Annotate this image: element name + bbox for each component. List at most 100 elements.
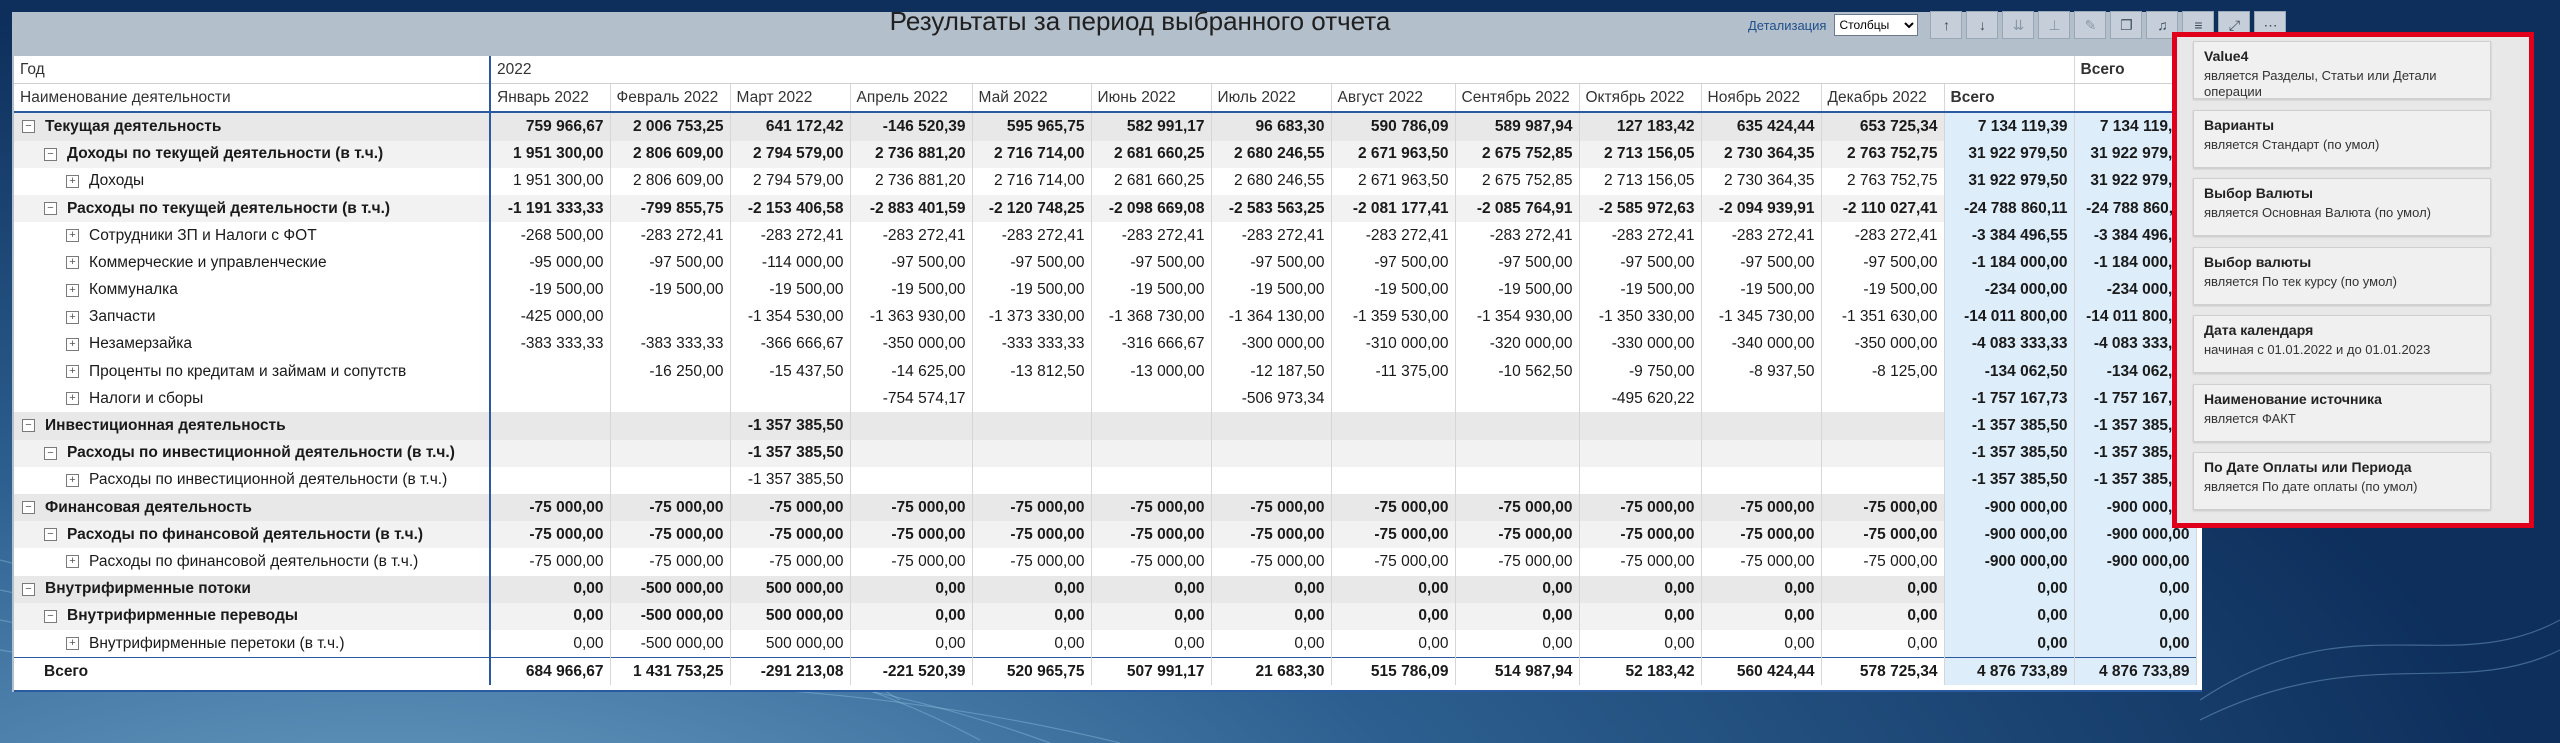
expand-icon[interactable]: + [66,174,79,188]
value-cell: 0,00 [1091,602,1212,630]
month-column-header[interactable]: Март 2022 [730,83,851,114]
value-cell: 2 806 609,00 [610,167,731,195]
month-column-header[interactable]: Июль 2022 [1211,83,1332,114]
pin-button[interactable]: ✎ [2074,11,2107,39]
collapse-icon[interactable]: − [44,446,57,460]
expand-icon[interactable]: + [66,310,79,324]
value-cell [1455,412,1580,440]
expand-icon[interactable]: + [66,473,79,487]
header-row-months: Наименование деятельности Январь 2022 Февр… [14,83,2197,114]
arrow-up-button[interactable]: ↑ [1930,11,1963,39]
filter-card[interactable]: Дата календаря начиная с 01.01.2022 и до … [2193,315,2491,373]
value-cell: -283 272,41 [610,222,731,250]
detail-select[interactable]: Столбцы [1834,14,1919,36]
row-label: Текущая деятельность [45,117,222,135]
hierarchy-button[interactable]: ⊥ [2038,11,2071,39]
filter-card[interactable]: Варианты является Стандарт (по умол) [2193,109,2491,168]
row-total-cell: -1 357 385,50 [1944,412,2075,440]
value-cell: 2 730 364,35 [1701,167,1822,195]
value-cell: -506 973,34 [1211,385,1332,413]
value-cell [610,412,731,440]
value-cell: -1 350 330,00 [1579,303,1702,331]
expand-icon[interactable]: + [66,392,79,406]
value-cell [1091,466,1212,494]
value-cell: -9 750,00 [1579,358,1702,386]
value-cell [1579,412,1702,440]
value-cell: -75 000,00 [1579,521,1702,549]
value-cell: 0,00 [1579,602,1702,630]
grand-total-value: 515 786,09 [1331,657,1456,686]
row-total-cell-2: 0,00 [2074,629,2197,658]
value-cell: 2 713 156,05 [1579,140,1702,168]
collapse-icon[interactable]: − [22,501,35,514]
row-total-cell: 31 922 979,50 [1944,140,2075,168]
value-cell: 0,00 [1331,575,1456,603]
month-column-header[interactable]: Август 2022 [1331,83,1456,114]
value-cell: -283 272,41 [1821,222,1945,250]
collapse-icon[interactable]: − [22,419,35,433]
collapse-icon[interactable]: − [22,582,35,596]
month-column-header[interactable]: Апрель 2022 [850,83,973,114]
row-label: Проценты по кредитам и займам и сопутств [89,362,407,380]
month-column-header[interactable]: Сентябрь 2022 [1455,83,1580,114]
table-row: + Расходы по финансовой деятельности (в т… [14,548,2197,576]
expand-icon[interactable]: + [66,555,79,569]
value-cell: -1 354 930,00 [1455,303,1580,331]
value-cell: 127 183,42 [1579,112,1702,141]
month-column-header[interactable]: Октябрь 2022 [1579,83,1702,114]
value-cell: -95 000,00 [490,249,611,277]
row-name: + Сотрудники ЗП и Налоги с ФОТ [14,222,491,250]
value-cell: -19 500,00 [1331,276,1456,304]
month-column-header[interactable]: Февраль 2022 [610,83,731,114]
expand-down-button[interactable]: ⇊ [2002,11,2035,39]
expand-icon[interactable]: + [66,337,79,351]
value-cell: -75 000,00 [490,494,611,522]
table-row: + Внутрифирменные перетоки (в т.ч.) 0,00 -5… [14,629,2197,658]
value-cell [1331,412,1456,440]
expand-icon[interactable]: + [66,256,79,270]
row-total-cell: -900 000,00 [1944,494,2075,522]
filter-title: Дата календаря [2204,322,2314,338]
value-cell: 2 713 156,05 [1579,167,1702,195]
value-cell: -97 500,00 [1821,249,1945,277]
value-cell: -11 375,00 [1331,358,1456,386]
collapse-icon[interactable]: − [44,609,57,623]
value-cell [1331,385,1456,413]
month-column-header[interactable]: Ноябрь 2022 [1701,83,1822,114]
row-total-cell-2: 0,00 [2074,575,2197,603]
filter-card[interactable]: По Дате Оплаты или Периода является По да… [2193,452,2491,510]
expand-icon[interactable]: + [66,365,79,379]
total-column-header[interactable]: Всего [1944,83,2075,114]
filter-card[interactable]: Наименование источника является ФАКТ [2193,383,2491,442]
grand-total-value: 578 725,34 [1821,657,1945,686]
name-column-header[interactable]: Наименование деятельности [14,83,491,114]
month-column-header[interactable]: Май 2022 [972,83,1092,114]
filter-card[interactable]: Value4 является Разделы, Статьи или Детал… [2193,41,2491,99]
matrix-table: Год 2022 Всего Наименование деятельности Янв… [14,56,2202,692]
copy-icon: ❐ [2120,16,2133,33]
collapse-icon[interactable]: − [44,147,57,161]
expand-icon[interactable]: + [66,283,79,297]
expand-icon[interactable]: + [66,229,79,243]
month-column-header[interactable]: Январь 2022 [490,83,611,114]
arrow-down-button[interactable]: ↓ [1966,11,1999,39]
value-cell: -97 500,00 [972,249,1092,277]
row-label: Инвестиционная деятельность [45,417,286,435]
value-cell: -97 500,00 [1455,249,1580,277]
month-column-header[interactable]: Июнь 2022 [1091,83,1212,114]
filter-description: является По тек курсу (по умол) [2204,273,2397,289]
expand-icon[interactable]: + [66,636,79,650]
grand-total-value: 507 991,17 [1091,657,1212,686]
filter-card[interactable]: Выбор Валюты является Основная Валюта (по… [2193,178,2491,236]
collapse-icon[interactable]: − [44,201,57,215]
month-column-header[interactable]: Декабрь 2022 [1821,83,1945,114]
row-total-cell: -24 788 860,11 [1944,194,2075,223]
copy-button[interactable]: ❐ [2110,11,2143,39]
value-cell: 2 736 881,20 [850,167,973,195]
row-total-cell: -1 184 000,00 [1944,249,2075,277]
filter-card[interactable]: Выбор валюты является По тек курсу (по ум… [2193,246,2491,305]
collapse-icon[interactable]: − [44,528,57,542]
value-cell [972,439,1092,467]
row-name: + Внутрифирменные перетоки (в т.ч.) [14,629,491,658]
collapse-icon[interactable]: − [22,120,35,134]
